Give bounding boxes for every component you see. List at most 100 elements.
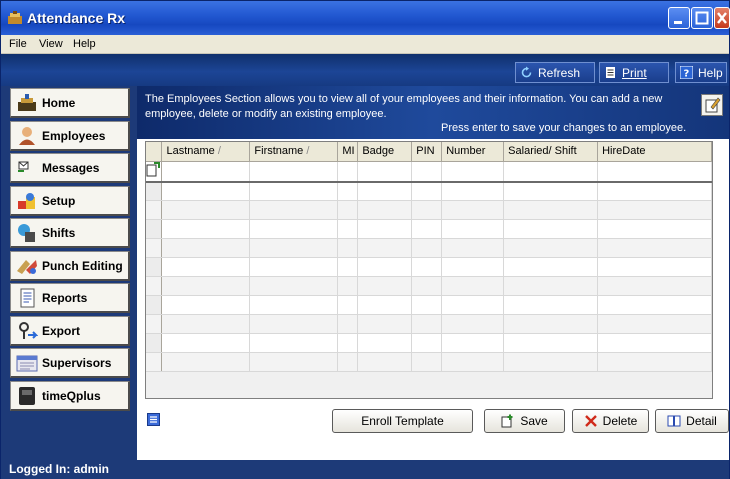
logged-in-status: Logged In: admin	[9, 462, 109, 476]
menu-view[interactable]: View	[39, 38, 63, 50]
close-button[interactable]	[714, 7, 730, 29]
toolbar: Refresh Print ? Help	[1, 54, 729, 86]
employees-icon	[19, 126, 35, 145]
table-row[interactable]	[146, 181, 712, 201]
column-header-lastname[interactable]: Lastname /	[161, 142, 251, 162]
sidebar-item-label: Supervisors	[42, 355, 112, 370]
column-header-badge[interactable]: Badge	[357, 142, 413, 162]
cell[interactable]	[411, 161, 443, 183]
table-row[interactable]	[146, 314, 712, 334]
detail-icon	[667, 415, 681, 427]
save-label: Save	[520, 414, 548, 428]
row-selector[interactable]	[146, 352, 163, 372]
sidebar-item-label: timeQplus	[42, 388, 101, 403]
row-selector[interactable]	[146, 295, 163, 315]
svg-text:?: ?	[684, 69, 690, 80]
row-selector[interactable]	[146, 257, 163, 277]
cell[interactable]	[503, 161, 599, 183]
delete-label: Delete	[602, 414, 638, 428]
sidebar-item-label: Setup	[42, 193, 76, 208]
column-header-firstname[interactable]: Firstname /	[249, 142, 339, 162]
save-button[interactable]: Save	[484, 409, 565, 433]
row-selector[interactable]	[146, 181, 163, 201]
cell[interactable]	[337, 161, 359, 183]
table-row[interactable]	[146, 352, 712, 372]
employee-grid[interactable]: Lastname / Firstname / MI Badge PIN Numb…	[145, 141, 713, 399]
timeqplus-icon	[19, 386, 35, 405]
info-panel: The Employees Section allows you to view…	[137, 86, 729, 139]
sidebar-item-label: Messages	[42, 160, 100, 175]
detail-button[interactable]: Detail	[655, 409, 729, 433]
cell[interactable]	[357, 161, 413, 183]
column-header-hiredate[interactable]: HireDate	[597, 142, 712, 162]
column-header-pin[interactable]: PIN	[411, 142, 443, 162]
row-selector[interactable]	[146, 333, 163, 353]
export-icon	[19, 321, 38, 339]
help-label: Help	[698, 65, 723, 80]
new-row-selector[interactable]	[146, 161, 163, 183]
sidebar-item-punch-editing[interactable]: Punch Editing	[10, 251, 130, 281]
shifts-icon	[18, 223, 35, 242]
row-selector[interactable]	[146, 200, 163, 220]
sidebar-item-label: Export	[42, 323, 81, 338]
table-row[interactable]	[146, 295, 712, 315]
new-row[interactable]	[146, 161, 712, 183]
cell[interactable]	[441, 161, 505, 183]
edit-icon	[705, 97, 721, 113]
row-selector[interactable]	[146, 219, 163, 239]
sidebar-item-export[interactable]: Export	[10, 316, 130, 346]
sidebar-item-home[interactable]: Home	[10, 88, 130, 118]
column-header-number[interactable]: Number	[441, 142, 505, 162]
sidebar-item-reports[interactable]: Reports	[10, 283, 130, 313]
cell[interactable]	[161, 161, 251, 183]
sidebar-item-timeqplus[interactable]: timeQplus	[10, 381, 130, 411]
minimize-button[interactable]	[668, 7, 690, 29]
reports-icon	[20, 288, 35, 307]
table-row[interactable]	[146, 200, 712, 220]
refresh-button[interactable]: Refresh	[515, 62, 595, 83]
list-icon[interactable]	[147, 413, 160, 426]
help-icon: ?	[680, 66, 693, 79]
row-selector[interactable]	[146, 238, 163, 258]
column-header-salaried-shift[interactable]: Salaried/ Shift	[503, 142, 599, 162]
menu-help[interactable]: Help	[73, 38, 96, 50]
row-selector[interactable]	[146, 314, 163, 334]
enroll-template-button[interactable]: Enroll Template	[332, 409, 473, 433]
table-row[interactable]	[146, 238, 712, 258]
sidebar-item-label: Punch Editing	[42, 258, 123, 273]
table-row[interactable]	[146, 276, 712, 296]
refresh-icon	[521, 66, 532, 78]
delete-button[interactable]: Delete	[572, 409, 649, 433]
status-bar: Logged In: admin	[1, 460, 729, 479]
table-row[interactable]	[146, 333, 712, 353]
menu-file[interactable]: File	[9, 38, 27, 50]
punch-editing-icon	[17, 259, 37, 274]
window-title: Attendance Rx	[27, 10, 126, 26]
sidebar-item-supervisors[interactable]: Supervisors	[10, 348, 130, 378]
column-header-mi[interactable]: MI	[337, 142, 359, 162]
cell[interactable]	[597, 161, 712, 183]
row-selector-header	[146, 142, 163, 162]
maximize-icon	[695, 11, 709, 25]
sidebar-item-employees[interactable]: Employees	[10, 121, 130, 151]
enroll-template-label: Enroll Template	[361, 414, 444, 428]
title-bar[interactable]: Attendance Rx	[1, 1, 730, 35]
sidebar-item-setup[interactable]: Setup	[10, 186, 130, 216]
minimize-icon	[674, 21, 682, 24]
cell[interactable]	[249, 161, 339, 183]
sidebar-item-messages[interactable]: Messages	[10, 153, 130, 183]
supervisors-icon	[16, 355, 38, 371]
home-icon	[18, 93, 36, 111]
print-label: Print	[622, 65, 647, 80]
app-window: Attendance Rx File View Help Refresh Pri…	[0, 0, 730, 479]
print-button[interactable]: Print	[599, 62, 669, 83]
sidebar-item-shifts[interactable]: Shifts	[10, 218, 130, 248]
table-row[interactable]	[146, 219, 712, 239]
refresh-label: Refresh	[538, 65, 581, 80]
row-selector[interactable]	[146, 276, 163, 296]
edit-button[interactable]	[701, 94, 723, 116]
maximize-button[interactable]	[691, 7, 713, 29]
table-row[interactable]	[146, 257, 712, 277]
save-icon	[501, 414, 513, 428]
help-button[interactable]: ? Help	[675, 62, 727, 83]
